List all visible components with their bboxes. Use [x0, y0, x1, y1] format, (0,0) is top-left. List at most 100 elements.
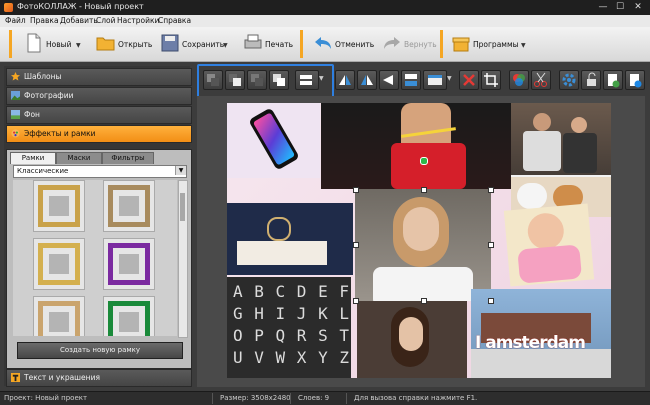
- photo-baby[interactable]: [503, 203, 595, 287]
- photo-woman-phone[interactable]: [357, 301, 467, 378]
- edit-toolbar: ▼ ▼: [197, 64, 647, 98]
- frame-thumbnails: [13, 180, 177, 336]
- bring-forward-icon[interactable]: [225, 70, 245, 90]
- status-bar: Проект: Новый проект Размер: 3508x2480 С…: [0, 391, 650, 405]
- bring-to-front-icon[interactable]: [269, 70, 289, 90]
- window-title: ФотоКОЛЛАЖ - Новый проект: [17, 2, 144, 11]
- status-divider: [346, 393, 347, 404]
- title-bar: ФотоКОЛЛАЖ - Новый проект — ☐ ✕: [0, 0, 650, 15]
- save-button[interactable]: Сохранить ▼: [160, 31, 230, 57]
- settings-icon[interactable]: [559, 70, 579, 90]
- frame-thumbnail[interactable]: [33, 296, 85, 336]
- layout-icon[interactable]: [423, 70, 447, 90]
- tab-frames[interactable]: Рамки: [10, 152, 56, 164]
- toolbar-separator: [300, 30, 303, 58]
- menu-add[interactable]: Добавить: [60, 16, 98, 25]
- toolbar-separator: [9, 30, 12, 58]
- background-icon: [11, 110, 20, 119]
- chevron-down-icon[interactable]: ▼: [175, 166, 186, 175]
- close-button[interactable]: ✕: [631, 1, 645, 13]
- tab-masks[interactable]: Маски: [56, 152, 102, 164]
- section-background[interactable]: Фон: [6, 106, 192, 124]
- section-text-decorations[interactable]: Текст и украшения: [6, 369, 192, 387]
- menu-help[interactable]: Справка: [158, 16, 191, 25]
- resize-handle[interactable]: [353, 298, 359, 304]
- minimize-button[interactable]: —: [596, 1, 610, 13]
- photo-interior[interactable]: [227, 203, 353, 275]
- lock-icon[interactable]: [581, 70, 601, 90]
- create-frame-button[interactable]: Создать новую рамку: [17, 342, 183, 359]
- tab-filters[interactable]: Фильтры: [102, 152, 154, 164]
- frame-thumbnail[interactable]: [33, 180, 85, 232]
- send-backward-icon[interactable]: [203, 70, 223, 90]
- chevron-down-icon[interactable]: ▼: [319, 75, 324, 82]
- status-layers: Слоев: 9: [298, 394, 330, 402]
- color-icon[interactable]: [509, 70, 529, 90]
- photo-phone[interactable]: [227, 103, 320, 178]
- frame-category-select[interactable]: Классические ▼: [13, 165, 187, 178]
- chevron-down-icon[interactable]: ▼: [223, 42, 228, 49]
- resize-handle[interactable]: [421, 298, 427, 304]
- menu-bar: Файл Правка Добавить Слой Настройки Спра…: [0, 15, 650, 27]
- maximize-button[interactable]: ☐: [613, 1, 627, 13]
- status-size: Размер: 3508x2480: [220, 394, 291, 402]
- flip-vertical-icon[interactable]: [401, 70, 421, 90]
- save-disk-icon: [161, 34, 179, 52]
- main-toolbar: Новый ▼ Открыть Сохранить ▼ Печать Отмен…: [0, 27, 650, 62]
- frame-thumbnail[interactable]: [103, 180, 155, 232]
- export-icon[interactable]: [625, 70, 645, 90]
- redo-button[interactable]: Вернуть: [382, 31, 437, 57]
- resize-handle[interactable]: [421, 187, 427, 193]
- open-button[interactable]: Открыть: [96, 31, 152, 57]
- chalk-letters: A B C D E F G H I J K L O P Q R S T U V …: [233, 282, 350, 367]
- undo-button[interactable]: Отменить: [313, 31, 374, 57]
- menu-layer[interactable]: Слой: [96, 16, 116, 25]
- status-divider: [212, 393, 213, 404]
- rotate-handle[interactable]: [420, 157, 428, 165]
- menu-edit[interactable]: Правка: [30, 16, 59, 25]
- send-to-back-icon[interactable]: [247, 70, 267, 90]
- menu-settings[interactable]: Настройки: [117, 16, 159, 25]
- chevron-down-icon[interactable]: ▼: [76, 42, 81, 49]
- thumbnails-scrollbar[interactable]: [178, 180, 188, 338]
- programs-button[interactable]: Программы ▼: [451, 31, 531, 57]
- effects-icon: [11, 129, 20, 138]
- new-document-icon: [27, 33, 41, 53]
- effects-panel: Рамки Маски Фильтры Классические ▼ Созда…: [6, 149, 192, 369]
- flip-horizontal-icon[interactable]: [379, 70, 399, 90]
- cut-icon[interactable]: [531, 70, 551, 90]
- flip-left-icon[interactable]: [335, 70, 355, 90]
- frame-thumbnail[interactable]: [103, 296, 155, 336]
- photo-chalkboard[interactable]: A B C D E F G H I J K L O P Q R S T U V …: [227, 277, 351, 378]
- new-button[interactable]: Новый ▼: [24, 31, 84, 57]
- delete-icon[interactable]: [459, 70, 479, 90]
- resize-handle[interactable]: [488, 242, 494, 248]
- flip-right-icon[interactable]: [357, 70, 377, 90]
- menu-file[interactable]: Файл: [5, 16, 26, 25]
- print-button[interactable]: Печать: [243, 31, 293, 57]
- gift-box-icon: [452, 37, 470, 52]
- section-templates[interactable]: Шаблоны: [6, 68, 192, 86]
- app-logo-icon: [4, 3, 13, 12]
- star-icon: [11, 72, 20, 81]
- frame-thumbnail[interactable]: [103, 238, 155, 290]
- frame-thumbnail[interactable]: [33, 238, 85, 290]
- resize-handle[interactable]: [353, 242, 359, 248]
- resize-handle[interactable]: [488, 298, 494, 304]
- section-effects-frames[interactable]: Эффекты и рамки: [6, 125, 192, 143]
- photo-woman-selected[interactable]: [355, 189, 491, 301]
- undo-arrow-icon: [315, 37, 331, 49]
- section-photos[interactable]: Фотографии: [6, 87, 192, 105]
- toolbar-separator: [440, 30, 443, 58]
- collage-page[interactable]: A B C D E F G H I J K L O P Q R S T U V …: [227, 103, 611, 378]
- add-page-icon[interactable]: [603, 70, 623, 90]
- photo-fitness[interactable]: [321, 103, 511, 189]
- folder-icon: [96, 37, 115, 51]
- chevron-down-icon[interactable]: ▼: [521, 42, 526, 49]
- resize-handle[interactable]: [353, 187, 359, 193]
- resize-handle[interactable]: [488, 187, 494, 193]
- crop-icon[interactable]: [481, 70, 501, 90]
- redo-arrow-icon: [384, 37, 400, 49]
- align-icon[interactable]: [295, 70, 319, 90]
- chevron-down-icon[interactable]: ▼: [447, 75, 452, 82]
